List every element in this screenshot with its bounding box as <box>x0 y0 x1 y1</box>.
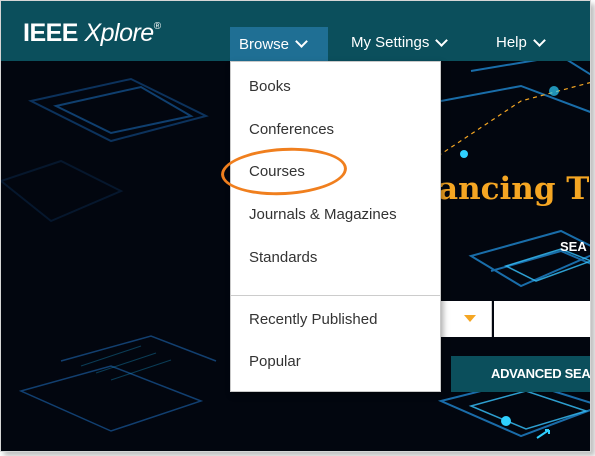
advanced-search-button[interactable]: ADVANCED SEA <box>451 356 590 392</box>
menu-item-courses[interactable]: Courses <box>249 163 305 180</box>
nav-my-settings-label: My Settings <box>351 34 430 51</box>
search-input[interactable] <box>494 301 590 337</box>
menu-divider <box>231 295 440 296</box>
menu-item-books[interactable]: Books <box>249 78 291 95</box>
ieee-xplore-logo[interactable]: IEEE Xplore® <box>23 19 161 48</box>
search-tab[interactable]: SEA <box>560 239 587 254</box>
nav-my-settings-button[interactable]: My Settings <box>351 33 449 51</box>
nav-browse-button[interactable]: Browse <box>230 27 328 61</box>
logo-ieee-text: IEEE <box>23 19 78 47</box>
nav-browse-label: Browse <box>239 35 290 53</box>
menu-item-conferences[interactable]: Conferences <box>249 121 334 138</box>
menu-item-journals-magazines[interactable]: Journals & Magazines <box>249 206 397 223</box>
caret-down-icon <box>464 315 476 322</box>
logo-xplore-text: Xplore <box>84 19 154 47</box>
menu-item-popular[interactable]: Popular <box>249 353 301 370</box>
registered-mark: ® <box>153 20 161 32</box>
nav-help-label: Help <box>496 34 527 51</box>
chevron-down-icon <box>295 35 308 48</box>
search-bar <box>438 301 590 337</box>
chevron-down-icon <box>532 33 546 47</box>
nav-help-button[interactable]: Help <box>496 33 546 51</box>
browse-dropdown-menu: Books Conferences Courses Journals & Mag… <box>230 61 441 392</box>
menu-item-standards[interactable]: Standards <box>249 249 317 266</box>
search-scope-dropdown[interactable] <box>438 301 492 337</box>
browser-viewport: IEEE Xplore® Browse My Settings Help anc… <box>0 0 591 452</box>
menu-item-recently-published[interactable]: Recently Published <box>249 311 377 328</box>
top-navigation-bar: IEEE Xplore® Browse My Settings Help <box>1 1 590 61</box>
hero-title: ancing T <box>438 171 590 207</box>
chevron-down-icon <box>435 33 449 47</box>
